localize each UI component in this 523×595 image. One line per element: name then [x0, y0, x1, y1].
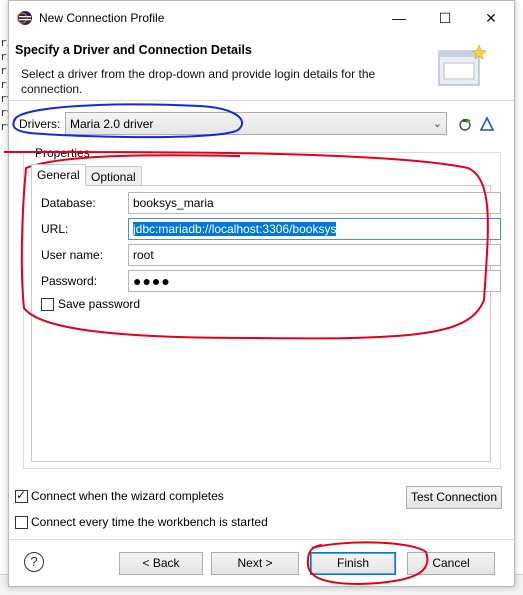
url-label: URL: [41, 222, 69, 236]
url-selected-text: jdbc:mariadb://localhost:3306/booksys [133, 222, 337, 236]
finish-button[interactable]: Finish [310, 552, 396, 575]
cancel-button[interactable]: Cancel [407, 552, 495, 575]
close-button[interactable]: ✕ [468, 1, 514, 35]
minimize-button[interactable]: — [376, 1, 422, 35]
next-button[interactable]: Next > [211, 552, 299, 575]
connect-every-time-label: Connect every time the workbench is star… [31, 515, 268, 529]
wizard-title: Specify a Driver and Connection Details [15, 43, 252, 57]
password-label: Password: [41, 274, 98, 288]
connect-when-complete-label: Connect when the wizard completes [31, 489, 224, 503]
connect-every-time-checkbox[interactable] [15, 516, 28, 529]
properties-tabs: General Optional Database: booksys_maria… [31, 164, 501, 462]
chevron-down-icon: ⌄ [432, 118, 442, 130]
password-masked-value: ●●●● [133, 273, 171, 289]
properties-group-label: Properties [33, 146, 92, 160]
window-title: New Connection Profile [39, 11, 165, 25]
title-bar: New Connection Profile — ☐ ✕ [9, 1, 514, 35]
wizard-banner-icon [438, 44, 487, 86]
back-button[interactable]: < Back [119, 552, 203, 575]
drivers-label: Drivers: [19, 117, 61, 131]
username-label: User name: [41, 248, 104, 262]
general-tab-panel: Database: booksys_maria URL: jdbc:mariad… [31, 185, 501, 462]
new-driver-icon[interactable] [457, 116, 473, 132]
username-field[interactable]: root [128, 244, 501, 266]
url-field[interactable]: jdbc:mariadb://localhost:3306/booksys [128, 218, 501, 240]
save-password-checkbox[interactable] [41, 298, 54, 311]
database-field[interactable]: booksys_maria [128, 192, 501, 214]
drivers-dropdown[interactable]: Maria 2.0 driver ⌄ [65, 112, 447, 135]
password-field[interactable]: ●●●● [128, 270, 501, 292]
footer-separator [9, 539, 514, 540]
drivers-selected-value: Maria 2.0 driver [70, 117, 154, 131]
save-password-label: Save password [58, 297, 141, 311]
wizard-header: Specify a Driver and Connection Details … [9, 35, 514, 101]
maximize-button[interactable]: ☐ [422, 1, 468, 35]
tab-optional[interactable]: Optional [85, 166, 142, 186]
help-icon[interactable]: ? [24, 552, 44, 572]
test-connection-button[interactable]: Test Connection [406, 486, 502, 509]
eclipse-logo-icon [17, 11, 32, 25]
new-connection-profile-dialog: New Connection Profile — ☐ ✕ Specify a D… [8, 0, 515, 587]
edit-driver-icon[interactable] [479, 116, 495, 132]
background-code-strip: ri ri ri ri rv rv rv [0, 36, 8, 133]
database-label: Database: [41, 196, 96, 210]
wizard-description: Select a driver from the drop-down and p… [21, 67, 376, 96]
connect-when-complete-checkbox[interactable] [15, 488, 28, 503]
tab-general[interactable]: General [31, 164, 86, 186]
